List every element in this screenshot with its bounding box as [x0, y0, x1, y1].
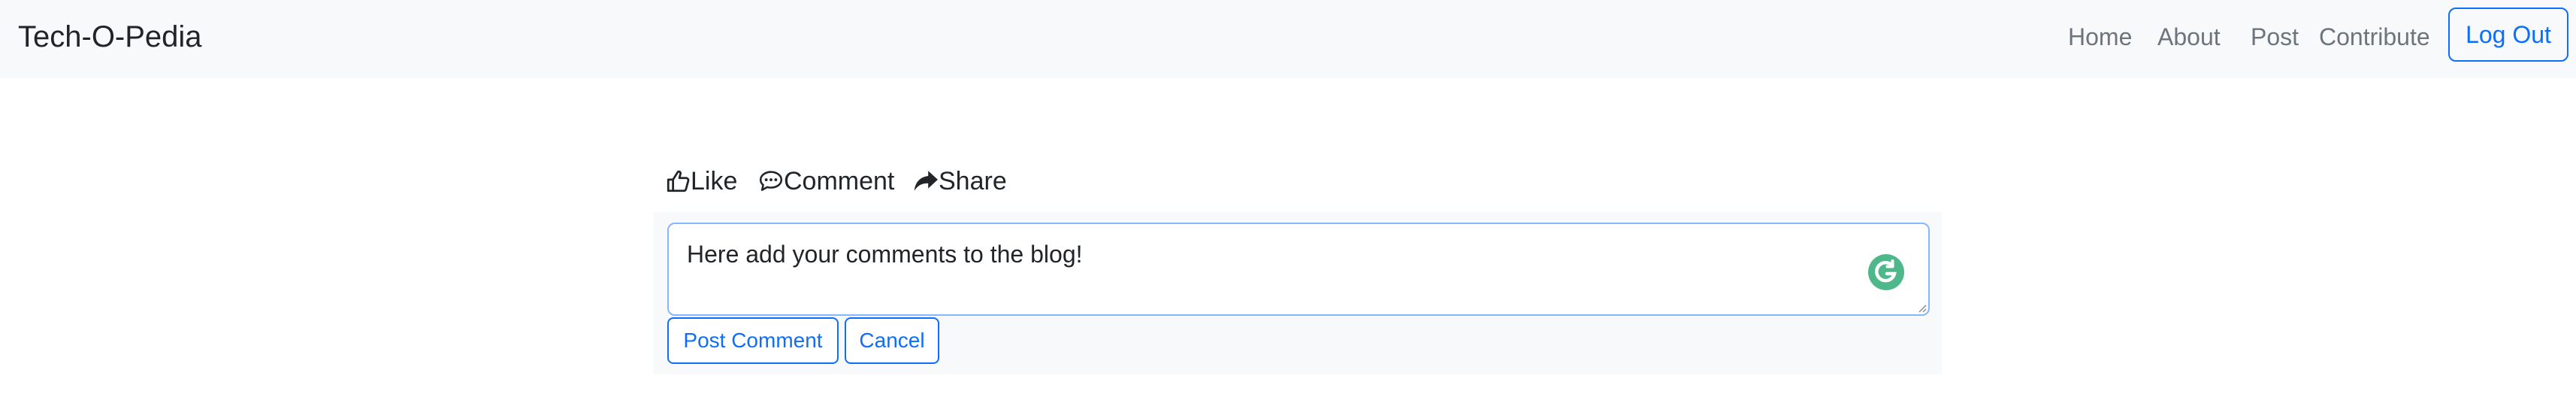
comment-button[interactable]: Comment [758, 164, 894, 199]
chat-bubble-icon [758, 168, 784, 194]
logout-button[interactable]: Log Out [2448, 8, 2568, 62]
share-arrow-icon [913, 168, 939, 194]
thumbs-up-icon [665, 168, 691, 194]
like-label: Like [691, 167, 738, 195]
navbar: Tech-O-Pedia Home About Post Contribute … [0, 0, 2576, 78]
cancel-button[interactable]: Cancel [845, 317, 939, 364]
nav-link-post[interactable]: Post [2251, 22, 2299, 52]
comment-input-text[interactable]: Here add your comments to the blog! [687, 239, 1083, 269]
post-comment-button[interactable]: Post Comment [667, 317, 839, 364]
nav-link-home[interactable]: Home [2068, 22, 2132, 52]
grammarly-icon[interactable] [1868, 254, 1904, 290]
nav-link-about[interactable]: About [2157, 22, 2221, 52]
brand-logo[interactable]: Tech-O-Pedia [18, 18, 202, 56]
nav-link-contribute[interactable]: Contribute [2319, 22, 2430, 52]
comment-textarea[interactable]: Here add your comments to the blog! [667, 223, 1930, 316]
like-button[interactable]: Like [665, 164, 737, 199]
resize-handle-icon[interactable] [1915, 301, 1927, 313]
share-label: Share [939, 167, 1007, 195]
share-button[interactable]: Share [913, 164, 1007, 199]
comment-label: Comment [784, 167, 895, 195]
comment-form: Here add your comments to the blog! Post… [654, 212, 1942, 374]
